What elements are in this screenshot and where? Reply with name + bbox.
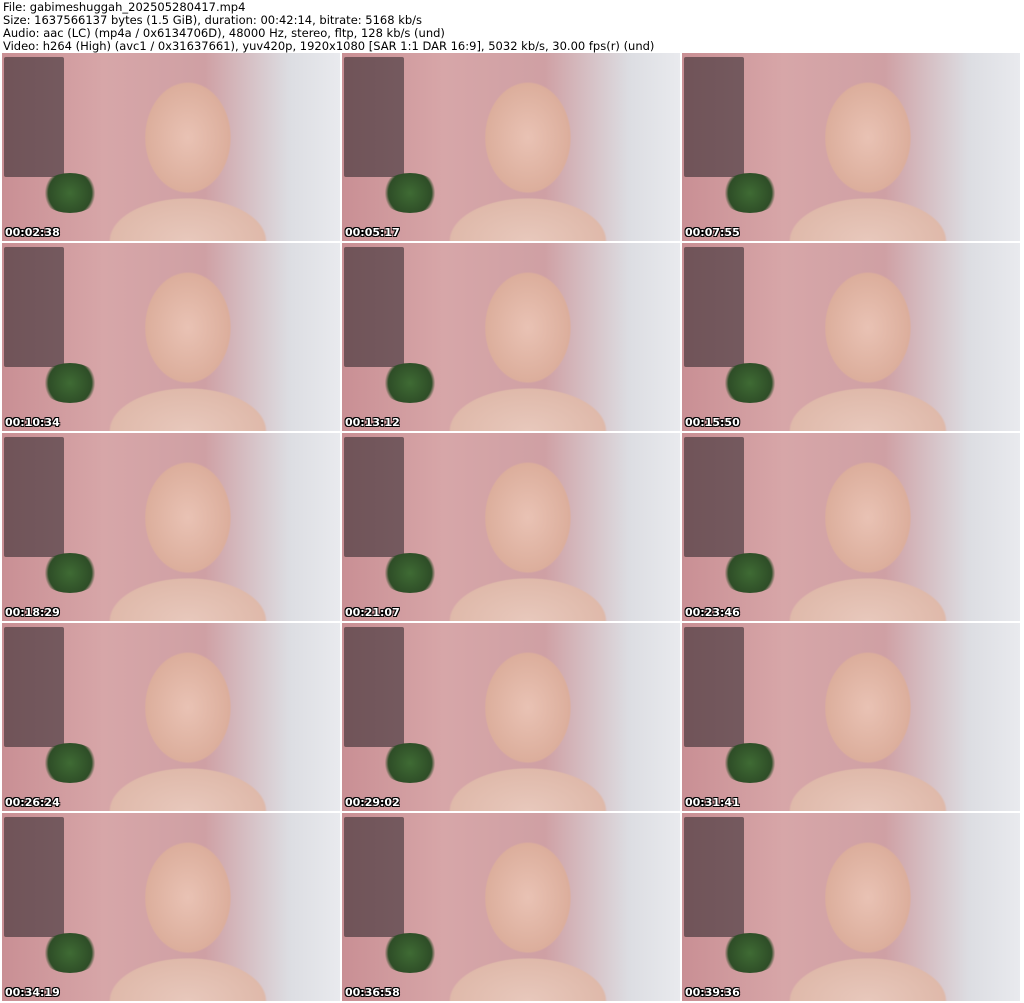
stream-overlay-panel — [684, 627, 744, 747]
stream-overlay-panel — [344, 57, 404, 177]
stream-overlay-panel — [344, 817, 404, 937]
stream-overlay-panel — [4, 627, 64, 747]
thumbnail-timestamp: 00:15:50 — [685, 416, 740, 429]
video-thumbnail: 00:26:24 — [2, 623, 340, 811]
stream-overlay-panel — [684, 247, 744, 367]
video-thumbnail: 00:21:07 — [342, 433, 680, 621]
file-info-header: File: gabimeshuggah_202505280417.mp4 Siz… — [3, 1, 654, 53]
plant-background — [720, 553, 780, 593]
video-thumbnail: 00:13:12 — [342, 243, 680, 431]
stream-overlay-panel — [344, 437, 404, 557]
video-thumbnail: 00:29:02 — [342, 623, 680, 811]
plant-background — [40, 933, 100, 973]
video-thumbnail: 00:34:19 — [2, 813, 340, 1001]
stream-overlay-panel — [344, 247, 404, 367]
thumbnail-timestamp: 00:07:55 — [685, 226, 740, 239]
thumbnail-timestamp: 00:34:19 — [5, 986, 60, 999]
thumbnail-timestamp: 00:26:24 — [5, 796, 60, 809]
plant-background — [720, 743, 780, 783]
video-thumbnail: 00:23:46 — [682, 433, 1020, 621]
thumbnail-grid: 00:02:38 00:05:17 00:07:55 00:10:34 00:13:12… — [2, 53, 1020, 1001]
plant-background — [720, 933, 780, 973]
stream-overlay-panel — [4, 247, 64, 367]
video-thumbnail: 00:02:38 — [2, 53, 340, 241]
stream-overlay-panel — [684, 57, 744, 177]
plant-background — [380, 743, 440, 783]
video-thumbnail: 00:05:17 — [342, 53, 680, 241]
thumbnail-timestamp: 00:29:02 — [345, 796, 400, 809]
plant-background — [720, 363, 780, 403]
thumbnail-timestamp: 00:31:41 — [685, 796, 740, 809]
video-thumbnail: 00:10:34 — [2, 243, 340, 431]
plant-background — [720, 173, 780, 213]
stream-overlay-panel — [4, 817, 64, 937]
video-thumbnail: 00:07:55 — [682, 53, 1020, 241]
plant-background — [380, 933, 440, 973]
plant-background — [40, 553, 100, 593]
video-thumbnail: 00:31:41 — [682, 623, 1020, 811]
thumbnail-timestamp: 00:21:07 — [345, 606, 400, 619]
thumbnail-timestamp: 00:05:17 — [345, 226, 400, 239]
thumbnail-timestamp: 00:10:34 — [5, 416, 60, 429]
stream-overlay-panel — [4, 437, 64, 557]
plant-background — [380, 553, 440, 593]
plant-background — [40, 363, 100, 403]
thumbnail-timestamp: 00:18:29 — [5, 606, 60, 619]
thumbnail-timestamp: 00:23:46 — [685, 606, 740, 619]
video-info: Video: h264 (High) (avc1 / 0x31637661), … — [3, 39, 655, 53]
video-thumbnail: 00:36:58 — [342, 813, 680, 1001]
video-thumbnail: 00:15:50 — [682, 243, 1020, 431]
stream-overlay-panel — [684, 437, 744, 557]
video-thumbnail: 00:39:36 — [682, 813, 1020, 1001]
plant-background — [380, 173, 440, 213]
stream-overlay-panel — [684, 817, 744, 937]
thumbnail-timestamp: 00:36:58 — [345, 986, 400, 999]
thumbnail-timestamp: 00:39:36 — [685, 986, 740, 999]
thumbnail-timestamp: 00:13:12 — [345, 416, 400, 429]
stream-overlay-panel — [344, 627, 404, 747]
video-thumbnail: 00:18:29 — [2, 433, 340, 621]
plant-background — [380, 363, 440, 403]
stream-overlay-panel — [4, 57, 64, 177]
plant-background — [40, 743, 100, 783]
thumbnail-timestamp: 00:02:38 — [5, 226, 60, 239]
plant-background — [40, 173, 100, 213]
